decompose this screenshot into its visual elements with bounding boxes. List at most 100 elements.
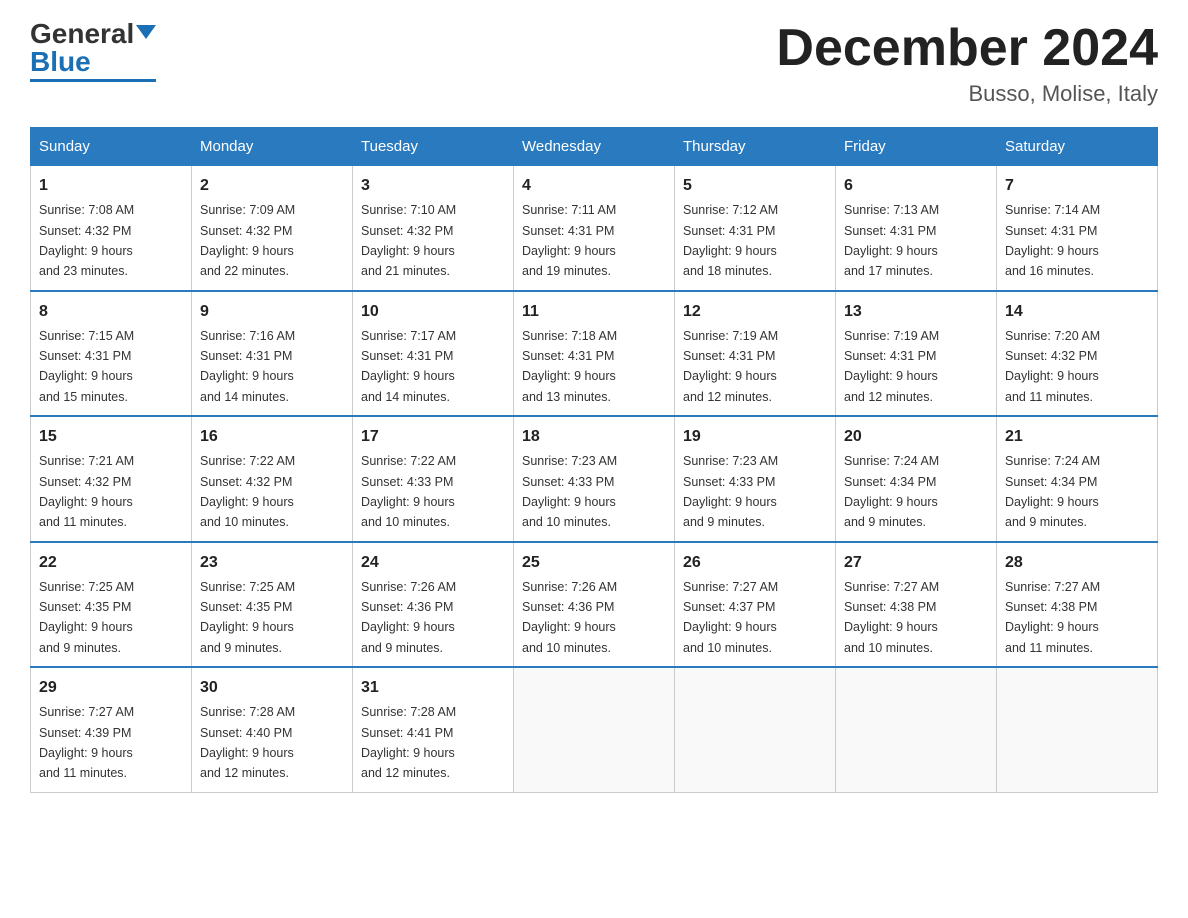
day-number: 30	[200, 676, 344, 700]
table-row: 6 Sunrise: 7:13 AMSunset: 4:31 PMDayligh…	[836, 166, 997, 291]
logo-triangle-icon	[136, 25, 156, 39]
table-row: 14 Sunrise: 7:20 AMSunset: 4:32 PMDaylig…	[997, 291, 1158, 417]
day-info: Sunrise: 7:20 AMSunset: 4:32 PMDaylight:…	[1005, 329, 1100, 404]
day-number: 6	[844, 174, 988, 198]
calendar-week-3: 15 Sunrise: 7:21 AMSunset: 4:32 PMDaylig…	[31, 416, 1158, 542]
table-row: 1 Sunrise: 7:08 AMSunset: 4:32 PMDayligh…	[31, 166, 192, 291]
day-number: 29	[39, 676, 183, 700]
table-row: 9 Sunrise: 7:16 AMSunset: 4:31 PMDayligh…	[192, 291, 353, 417]
calendar-header-row: Sunday Monday Tuesday Wednesday Thursday…	[31, 128, 1158, 166]
col-tuesday: Tuesday	[353, 128, 514, 166]
day-number: 9	[200, 300, 344, 324]
page-header: General Blue December 2024 Busso, Molise…	[30, 20, 1158, 107]
day-number: 24	[361, 551, 505, 575]
table-row: 19 Sunrise: 7:23 AMSunset: 4:33 PMDaylig…	[675, 416, 836, 542]
table-row: 29 Sunrise: 7:27 AMSunset: 4:39 PMDaylig…	[31, 667, 192, 792]
day-number: 16	[200, 425, 344, 449]
day-number: 2	[200, 174, 344, 198]
col-wednesday: Wednesday	[514, 128, 675, 166]
calendar-week-4: 22 Sunrise: 7:25 AMSunset: 4:35 PMDaylig…	[31, 542, 1158, 668]
day-number: 19	[683, 425, 827, 449]
table-row: 22 Sunrise: 7:25 AMSunset: 4:35 PMDaylig…	[31, 542, 192, 668]
day-number: 20	[844, 425, 988, 449]
day-info: Sunrise: 7:24 AMSunset: 4:34 PMDaylight:…	[844, 454, 939, 529]
day-info: Sunrise: 7:13 AMSunset: 4:31 PMDaylight:…	[844, 203, 939, 278]
table-row	[514, 667, 675, 792]
table-row	[675, 667, 836, 792]
table-row: 18 Sunrise: 7:23 AMSunset: 4:33 PMDaylig…	[514, 416, 675, 542]
table-row	[836, 667, 997, 792]
col-thursday: Thursday	[675, 128, 836, 166]
calendar-week-5: 29 Sunrise: 7:27 AMSunset: 4:39 PMDaylig…	[31, 667, 1158, 792]
table-row: 11 Sunrise: 7:18 AMSunset: 4:31 PMDaylig…	[514, 291, 675, 417]
day-info: Sunrise: 7:18 AMSunset: 4:31 PMDaylight:…	[522, 329, 617, 404]
table-row: 2 Sunrise: 7:09 AMSunset: 4:32 PMDayligh…	[192, 166, 353, 291]
day-number: 25	[522, 551, 666, 575]
calendar-title: December 2024	[776, 20, 1158, 77]
day-info: Sunrise: 7:17 AMSunset: 4:31 PMDaylight:…	[361, 329, 456, 404]
day-info: Sunrise: 7:23 AMSunset: 4:33 PMDaylight:…	[683, 454, 778, 529]
day-number: 12	[683, 300, 827, 324]
day-info: Sunrise: 7:10 AMSunset: 4:32 PMDaylight:…	[361, 203, 456, 278]
calendar-subtitle: Busso, Molise, Italy	[776, 81, 1158, 107]
logo: General Blue	[30, 20, 156, 82]
day-info: Sunrise: 7:09 AMSunset: 4:32 PMDaylight:…	[200, 203, 295, 278]
col-monday: Monday	[192, 128, 353, 166]
table-row: 25 Sunrise: 7:26 AMSunset: 4:36 PMDaylig…	[514, 542, 675, 668]
table-row: 24 Sunrise: 7:26 AMSunset: 4:36 PMDaylig…	[353, 542, 514, 668]
day-info: Sunrise: 7:23 AMSunset: 4:33 PMDaylight:…	[522, 454, 617, 529]
table-row: 10 Sunrise: 7:17 AMSunset: 4:31 PMDaylig…	[353, 291, 514, 417]
day-info: Sunrise: 7:26 AMSunset: 4:36 PMDaylight:…	[361, 580, 456, 655]
day-number: 3	[361, 174, 505, 198]
table-row: 30 Sunrise: 7:28 AMSunset: 4:40 PMDaylig…	[192, 667, 353, 792]
day-number: 22	[39, 551, 183, 575]
calendar-week-1: 1 Sunrise: 7:08 AMSunset: 4:32 PMDayligh…	[31, 166, 1158, 291]
table-row: 4 Sunrise: 7:11 AMSunset: 4:31 PMDayligh…	[514, 166, 675, 291]
day-info: Sunrise: 7:22 AMSunset: 4:32 PMDaylight:…	[200, 454, 295, 529]
day-info: Sunrise: 7:11 AMSunset: 4:31 PMDaylight:…	[522, 203, 616, 278]
logo-underline	[30, 79, 156, 82]
calendar-table: Sunday Monday Tuesday Wednesday Thursday…	[30, 127, 1158, 793]
table-row: 27 Sunrise: 7:27 AMSunset: 4:38 PMDaylig…	[836, 542, 997, 668]
day-number: 11	[522, 300, 666, 324]
day-number: 26	[683, 551, 827, 575]
table-row: 21 Sunrise: 7:24 AMSunset: 4:34 PMDaylig…	[997, 416, 1158, 542]
table-row: 20 Sunrise: 7:24 AMSunset: 4:34 PMDaylig…	[836, 416, 997, 542]
day-info: Sunrise: 7:27 AMSunset: 4:37 PMDaylight:…	[683, 580, 778, 655]
day-number: 27	[844, 551, 988, 575]
day-info: Sunrise: 7:19 AMSunset: 4:31 PMDaylight:…	[844, 329, 939, 404]
table-row: 7 Sunrise: 7:14 AMSunset: 4:31 PMDayligh…	[997, 166, 1158, 291]
day-number: 31	[361, 676, 505, 700]
day-info: Sunrise: 7:27 AMSunset: 4:38 PMDaylight:…	[1005, 580, 1100, 655]
table-row: 13 Sunrise: 7:19 AMSunset: 4:31 PMDaylig…	[836, 291, 997, 417]
day-info: Sunrise: 7:28 AMSunset: 4:40 PMDaylight:…	[200, 705, 295, 780]
day-info: Sunrise: 7:27 AMSunset: 4:38 PMDaylight:…	[844, 580, 939, 655]
table-row: 26 Sunrise: 7:27 AMSunset: 4:37 PMDaylig…	[675, 542, 836, 668]
day-info: Sunrise: 7:25 AMSunset: 4:35 PMDaylight:…	[200, 580, 295, 655]
table-row: 28 Sunrise: 7:27 AMSunset: 4:38 PMDaylig…	[997, 542, 1158, 668]
day-info: Sunrise: 7:27 AMSunset: 4:39 PMDaylight:…	[39, 705, 134, 780]
day-number: 5	[683, 174, 827, 198]
day-number: 28	[1005, 551, 1149, 575]
day-info: Sunrise: 7:19 AMSunset: 4:31 PMDaylight:…	[683, 329, 778, 404]
day-number: 21	[1005, 425, 1149, 449]
table-row: 5 Sunrise: 7:12 AMSunset: 4:31 PMDayligh…	[675, 166, 836, 291]
day-number: 23	[200, 551, 344, 575]
day-info: Sunrise: 7:14 AMSunset: 4:31 PMDaylight:…	[1005, 203, 1100, 278]
day-info: Sunrise: 7:15 AMSunset: 4:31 PMDaylight:…	[39, 329, 134, 404]
day-number: 8	[39, 300, 183, 324]
col-saturday: Saturday	[997, 128, 1158, 166]
table-row: 16 Sunrise: 7:22 AMSunset: 4:32 PMDaylig…	[192, 416, 353, 542]
table-row: 15 Sunrise: 7:21 AMSunset: 4:32 PMDaylig…	[31, 416, 192, 542]
day-number: 13	[844, 300, 988, 324]
table-row	[997, 667, 1158, 792]
day-info: Sunrise: 7:08 AMSunset: 4:32 PMDaylight:…	[39, 203, 134, 278]
day-info: Sunrise: 7:21 AMSunset: 4:32 PMDaylight:…	[39, 454, 134, 529]
day-number: 4	[522, 174, 666, 198]
day-info: Sunrise: 7:24 AMSunset: 4:34 PMDaylight:…	[1005, 454, 1100, 529]
table-row: 23 Sunrise: 7:25 AMSunset: 4:35 PMDaylig…	[192, 542, 353, 668]
logo-blue-text: Blue	[30, 48, 91, 76]
day-number: 18	[522, 425, 666, 449]
table-row: 8 Sunrise: 7:15 AMSunset: 4:31 PMDayligh…	[31, 291, 192, 417]
day-number: 1	[39, 174, 183, 198]
